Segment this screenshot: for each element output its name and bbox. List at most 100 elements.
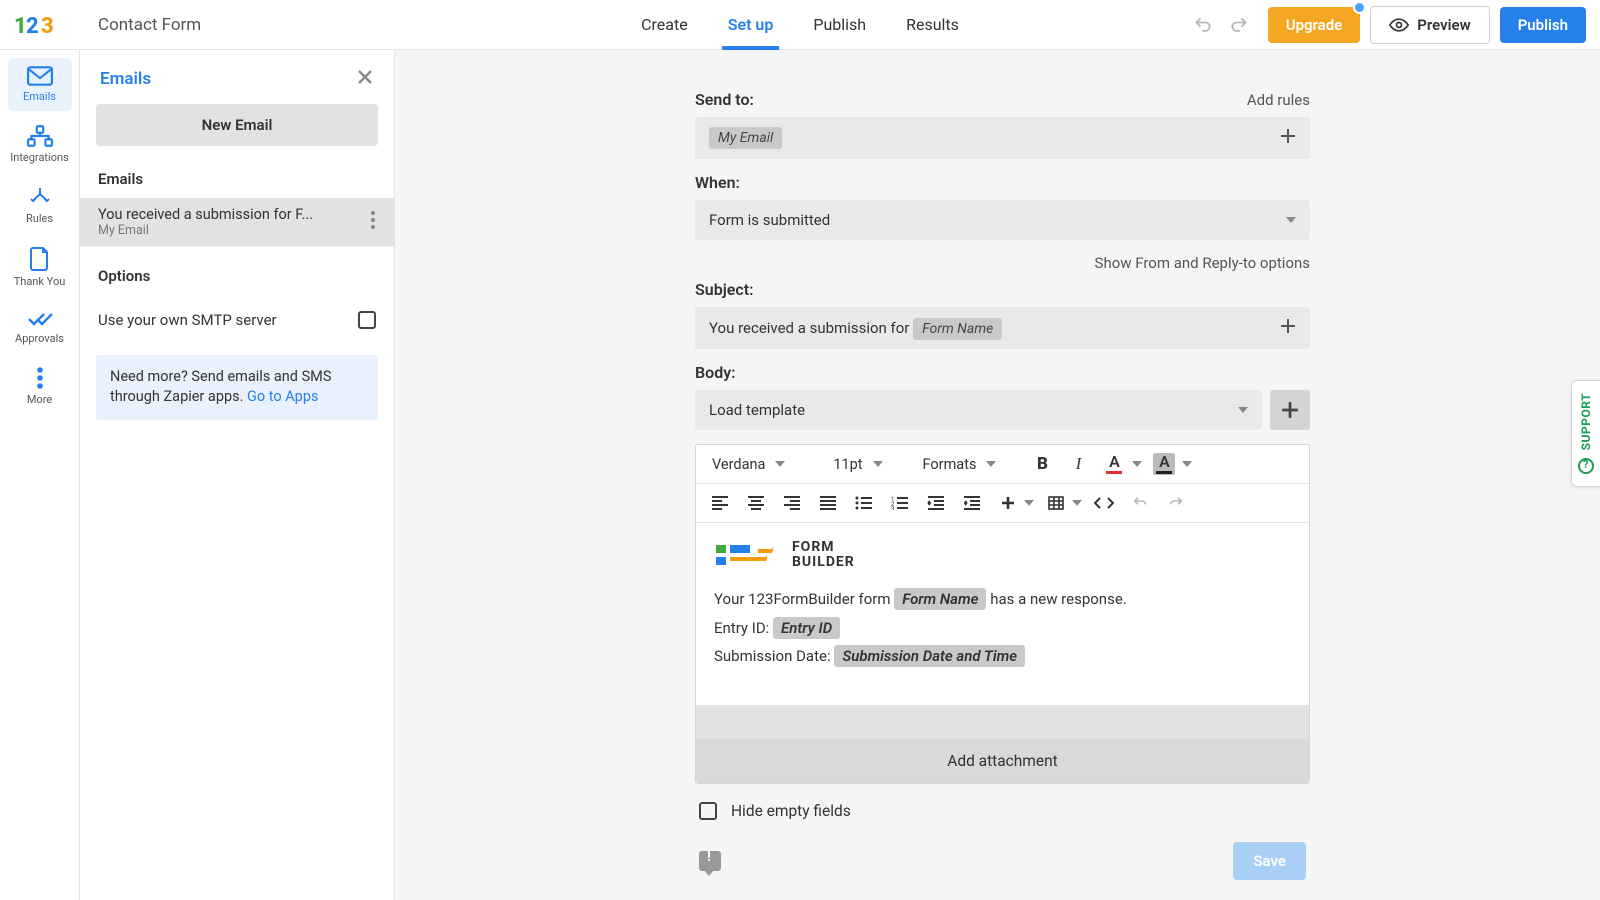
rail-more[interactable]: More: [8, 359, 72, 414]
support-label: SUPPORT: [1579, 393, 1593, 450]
form-name-token[interactable]: Form Name: [894, 588, 986, 610]
editor-redo-icon[interactable]: [1162, 490, 1190, 516]
send-to-input[interactable]: My Email: [695, 117, 1310, 159]
side-panel: Emails New Email Emails You received a s…: [80, 50, 395, 900]
editor-toolbar-row2: 123: [696, 484, 1309, 523]
editor-line2-pre: Entry ID:: [714, 619, 773, 637]
save-button[interactable]: Save: [1233, 842, 1306, 880]
editor-toolbar-row1: Verdana 11pt Formats B I A A: [696, 445, 1309, 484]
new-email-button[interactable]: New Email: [96, 104, 378, 146]
hide-empty-label: Hide empty fields: [731, 802, 851, 820]
add-rules-link[interactable]: Add rules: [1247, 91, 1310, 109]
unordered-list-icon[interactable]: [850, 490, 878, 516]
show-from-link[interactable]: Show From and Reply-to options: [695, 254, 1310, 272]
subject-input[interactable]: You received a submission for Form Name: [695, 307, 1310, 349]
send-to-add-icon[interactable]: [1280, 128, 1296, 148]
publish-button[interactable]: Publish: [1500, 7, 1586, 43]
align-left-icon[interactable]: [706, 490, 734, 516]
email-item-more-icon[interactable]: [366, 206, 380, 238]
add-attachment-button[interactable]: Add attachment: [696, 739, 1309, 783]
code-view-icon[interactable]: [1090, 490, 1118, 516]
nav-create[interactable]: Create: [641, 0, 688, 50]
page-icon: [29, 247, 51, 271]
editor-footer-band: [696, 705, 1309, 739]
rail-approvals[interactable]: Approvals: [8, 302, 72, 353]
insert-caret-icon[interactable]: [1024, 500, 1034, 506]
insert-button[interactable]: [994, 490, 1022, 516]
subject-chip[interactable]: Form Name: [913, 318, 1002, 340]
bg-color-button[interactable]: A: [1150, 451, 1178, 477]
table-icon[interactable]: [1042, 490, 1070, 516]
subject-label: Subject:: [695, 280, 753, 299]
rail-thankyou-label: Thank You: [14, 275, 66, 288]
rail-thankyou[interactable]: Thank You: [8, 239, 72, 296]
undo-icon[interactable]: [1192, 15, 1214, 35]
font-family-select[interactable]: Verdana: [706, 453, 791, 476]
send-to-chip[interactable]: My Email: [709, 127, 782, 149]
nav-setup[interactable]: Set up: [728, 0, 774, 50]
align-center-icon[interactable]: [742, 490, 770, 516]
rail-emails[interactable]: Emails: [8, 58, 72, 111]
load-template-select[interactable]: Load template: [695, 390, 1262, 430]
rail-rules[interactable]: Rules: [8, 178, 72, 233]
email-item-recipient: My Email: [98, 223, 313, 238]
font-color-caret-icon[interactable]: [1132, 461, 1142, 467]
feedback-icon[interactable]: !: [699, 851, 721, 871]
rail-more-label: More: [27, 393, 52, 406]
body-add-token-button[interactable]: [1270, 390, 1310, 430]
support-tab[interactable]: SUPPORT: [1571, 380, 1600, 487]
options-section-label: Options: [80, 247, 394, 295]
upgrade-button[interactable]: Upgrade: [1268, 7, 1361, 43]
nav-publish[interactable]: Publish: [813, 0, 866, 50]
load-template-value: Load template: [709, 401, 805, 419]
left-rail: Emails Integrations Rules Thank You Appr…: [0, 50, 80, 900]
chevron-down-icon: [1286, 217, 1296, 223]
bold-button[interactable]: B: [1028, 451, 1056, 477]
subject-add-icon[interactable]: [1280, 318, 1296, 338]
submission-date-token[interactable]: Submission Date and Time: [834, 645, 1025, 667]
when-label: When:: [695, 173, 740, 192]
editor-undo-icon[interactable]: [1126, 490, 1154, 516]
form-title[interactable]: Contact Form: [98, 15, 201, 35]
outdent-icon[interactable]: [922, 490, 950, 516]
svg-text:3: 3: [891, 506, 894, 510]
table-caret-icon[interactable]: [1072, 500, 1082, 506]
chevron-down-icon: [1238, 407, 1248, 413]
rich-text-editor: Verdana 11pt Formats B I A A 123: [695, 444, 1310, 784]
ordered-list-icon[interactable]: 123: [886, 490, 914, 516]
rail-integrations[interactable]: Integrations: [8, 117, 72, 172]
indent-icon[interactable]: [958, 490, 986, 516]
need-more-callout: Need more? Send emails and SMS through Z…: [96, 355, 378, 420]
go-to-apps-link[interactable]: Go to Apps: [247, 388, 318, 405]
rail-rules-label: Rules: [26, 212, 53, 225]
bg-color-caret-icon[interactable]: [1182, 461, 1192, 467]
hide-empty-checkbox[interactable]: [699, 802, 717, 820]
nav-results[interactable]: Results: [906, 0, 959, 50]
formats-select[interactable]: Formats: [917, 453, 1003, 476]
eye-icon: [1389, 18, 1409, 32]
subject-prefix: You received a submission for: [709, 319, 913, 337]
rail-integrations-label: Integrations: [10, 151, 68, 164]
when-select[interactable]: Form is submitted: [695, 200, 1310, 240]
entry-id-token[interactable]: Entry ID: [773, 617, 840, 639]
align-right-icon[interactable]: [778, 490, 806, 516]
font-color-button[interactable]: A: [1100, 451, 1128, 477]
italic-button[interactable]: I: [1064, 451, 1092, 477]
font-size-select[interactable]: 11pt: [827, 453, 888, 476]
svg-text:3: 3: [41, 14, 54, 37]
preview-button[interactable]: Preview: [1370, 6, 1489, 44]
editor-content[interactable]: FORM BUILDER Your 123FormBuilder form Fo…: [696, 523, 1309, 701]
smtp-checkbox[interactable]: [358, 311, 376, 329]
redo-icon[interactable]: [1228, 15, 1250, 35]
hide-empty-row: Hide empty fields: [695, 784, 1310, 838]
emails-section-label: Emails: [80, 164, 394, 198]
upgrade-label: Upgrade: [1286, 16, 1343, 34]
brand-logo[interactable]: 1 2 3: [14, 13, 64, 37]
editor-line1-post: has a new response.: [986, 590, 1126, 608]
svg-text:2: 2: [26, 14, 39, 37]
close-panel-icon[interactable]: [356, 68, 374, 90]
email-list-item[interactable]: You received a submission for F... My Em…: [80, 198, 394, 246]
body-label: Body:: [695, 363, 736, 382]
notification-dot-icon: [1353, 1, 1366, 14]
align-justify-icon[interactable]: [814, 490, 842, 516]
